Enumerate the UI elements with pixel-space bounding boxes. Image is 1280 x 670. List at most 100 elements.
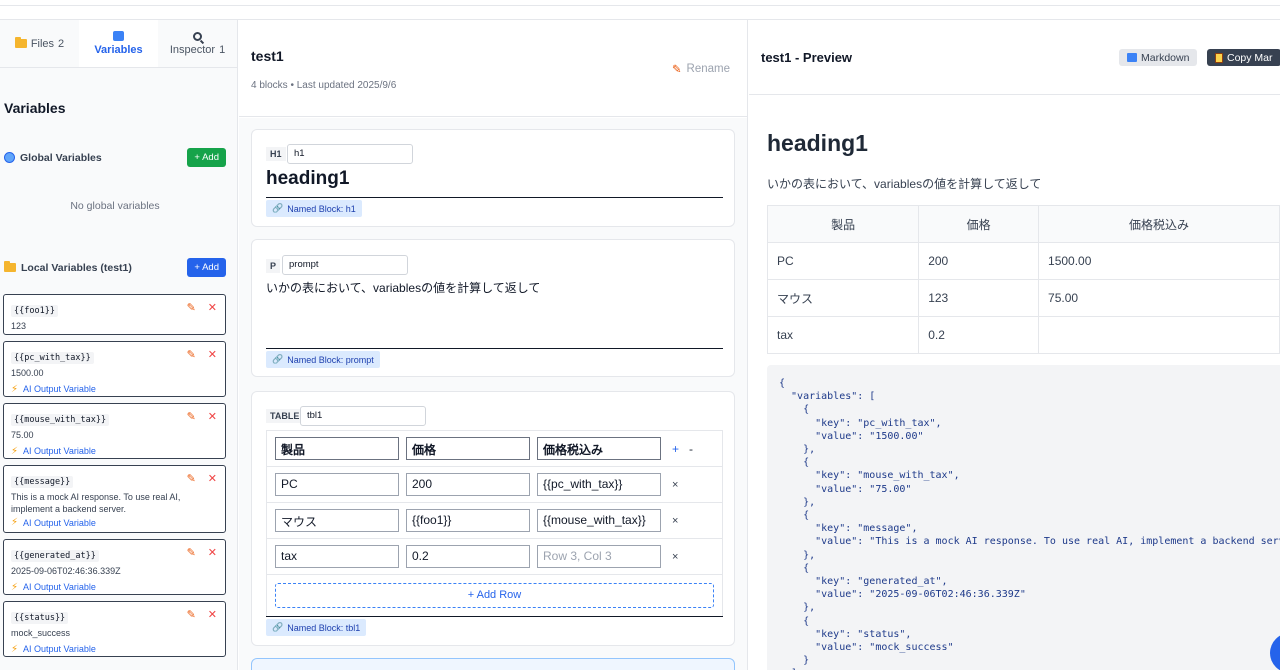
table-cell[interactable]: マウス: [275, 509, 399, 532]
variable-card[interactable]: {{pc_with_tax}} 1500.00 ⚡ AI Output Varia…: [3, 341, 226, 397]
add-global-variable-button[interactable]: + Add: [187, 148, 226, 167]
remove-row-button[interactable]: ×: [672, 515, 678, 527]
h1-block[interactable]: H1 h1 heading1 🔗 Named Block: h1: [251, 129, 735, 227]
preview-code-block: { "variables": [ { "key": "pc_with_tax",…: [767, 365, 1280, 670]
table-editor: 製品 価格 価格税込み + - PC 200 {{pc_with_tax}} ×…: [266, 430, 723, 617]
next-block[interactable]: [251, 658, 735, 670]
variable-name: {{message}}: [11, 476, 74, 488]
local-variables-label: Local Variables (test1): [21, 261, 132, 274]
block-type-tag: H1: [266, 147, 286, 161]
markdown-button[interactable]: Markdown: [1119, 49, 1198, 66]
variable-card[interactable]: {{status}} mock_success ⚡ AI Output Varia…: [3, 601, 226, 657]
table-cell[interactable]: {{mouse_with_tax}}: [537, 509, 661, 532]
table-header-cell[interactable]: 価格: [406, 437, 530, 460]
preview-table-cell: PC: [766, 242, 920, 280]
folder-icon: [14, 37, 27, 48]
tab-inspector-count: 1: [219, 43, 226, 56]
bolt-icon: ⚡: [11, 643, 19, 655]
no-global-variables: No global variables: [70, 200, 160, 212]
preview-panel: test1 - Preview Markdown Copy Mar headin…: [749, 20, 1280, 670]
block-type-tag: TABLE: [266, 409, 304, 423]
copy-markdown-button[interactable]: Copy Mar: [1207, 49, 1280, 66]
block-name-input[interactable]: h1: [287, 144, 413, 164]
edit-icon[interactable]: ✎: [187, 608, 196, 621]
add-local-variable-button[interactable]: + Add: [187, 258, 226, 277]
top-bar: [0, 0, 1280, 20]
block-name-input[interactable]: prompt: [282, 255, 408, 275]
preview-title: test1 - Preview: [761, 50, 853, 65]
link-icon: 🔗: [272, 354, 284, 364]
preview-table-cell: 200: [918, 242, 1040, 280]
table-row: マウス {{foo1}} {{mouse_with_tax}} ×: [267, 503, 722, 539]
paragraph-text[interactable]: いかの表において、variablesの値を計算して返して: [266, 279, 540, 296]
remove-row-button[interactable]: ×: [672, 479, 678, 491]
preview-header: test1 - Preview Markdown Copy Mar: [749, 20, 1280, 95]
edit-icon[interactable]: ✎: [187, 410, 196, 423]
named-block-badge: 🔗 Named Block: tbl1: [266, 619, 367, 636]
named-block-badge: 🔗 Named Block: h1: [266, 200, 362, 217]
edit-icon[interactable]: ✎: [187, 301, 196, 314]
table-cell[interactable]: PC: [275, 473, 399, 496]
table-cell[interactable]: 200: [406, 473, 530, 496]
preview-table-row: PC 200 1500.00: [766, 242, 1280, 280]
delete-icon[interactable]: ✕: [208, 348, 217, 361]
preview-table-cell: マウス: [766, 279, 920, 317]
search-icon: [193, 31, 202, 41]
tab-files[interactable]: Files 2: [0, 20, 79, 67]
table-row: tax 0.2 Row 3, Col 3 ×: [267, 539, 722, 575]
edit-icon[interactable]: ✎: [187, 546, 196, 559]
variable-value: 2025-09-06T02:46:36.339Z: [11, 566, 121, 576]
variable-name: {{pc_with_tax}}: [11, 352, 94, 364]
delete-icon[interactable]: ✕: [208, 546, 217, 559]
variable-value: This is a mock AI response. To use real …: [11, 492, 181, 514]
preview-table-header: 価格: [918, 205, 1040, 243]
tab-inspector[interactable]: Inspector 1: [158, 20, 237, 67]
bolt-icon: ⚡: [11, 581, 19, 593]
tab-files-count: 2: [58, 37, 65, 50]
table-header-cell[interactable]: 製品: [275, 437, 399, 460]
variable-name: {{status}}: [11, 612, 69, 624]
table-cell-empty[interactable]: Row 3, Col 3: [537, 545, 661, 568]
sidebar: Files 2 Variables Inspector 1 Variables …: [0, 20, 238, 670]
preview-table-row: tax 0.2: [766, 316, 1280, 354]
block-name-input[interactable]: tbl1: [300, 406, 426, 426]
divider: [266, 616, 723, 617]
rename-label: Rename: [686, 63, 730, 75]
preview-table-cell: 0.2: [918, 316, 1040, 354]
divider: [266, 197, 723, 198]
folder-icon: [4, 261, 16, 272]
bolt-icon: ⚡: [11, 517, 19, 529]
table-cell[interactable]: 0.2: [406, 545, 530, 568]
markdown-icon: [1127, 53, 1137, 62]
edit-icon[interactable]: ✎: [187, 472, 196, 485]
ai-output-badge: ⚡ AI Output Variable: [11, 445, 96, 457]
delete-icon[interactable]: ✕: [208, 608, 217, 621]
delete-icon[interactable]: ✕: [208, 301, 217, 314]
table-cell[interactable]: {{pc_with_tax}}: [537, 473, 661, 496]
tab-variables[interactable]: Variables: [79, 20, 158, 67]
ai-output-badge: ⚡ AI Output Variable: [11, 517, 96, 529]
variable-card[interactable]: {{message}} This is a mock AI response. …: [3, 465, 226, 533]
ai-output-badge: ⚡ AI Output Variable: [11, 581, 96, 593]
rename-button[interactable]: ✎ Rename: [672, 62, 730, 76]
preview-heading: heading1: [767, 130, 868, 156]
paragraph-block[interactable]: P prompt いかの表において、variablesの値を計算して返して 🔗 N…: [251, 239, 735, 377]
divider: [266, 348, 723, 349]
table-header-cell[interactable]: 価格税込み: [537, 437, 661, 460]
document-title: test1: [251, 48, 284, 64]
variable-card[interactable]: {{generated_at}} 2025-09-06T02:46:36.339…: [3, 539, 226, 595]
preview-table-row: マウス 123 75.00: [766, 279, 1280, 317]
variable-card[interactable]: {{foo1}} 123 ✎ ✕: [3, 294, 226, 335]
edit-icon[interactable]: ✎: [187, 348, 196, 361]
variable-card[interactable]: {{mouse_with_tax}} 75.00 ⚡ AI Output Vari…: [3, 403, 226, 459]
remove-column-button[interactable]: -: [689, 442, 693, 456]
add-row-button[interactable]: + Add Row: [275, 583, 714, 608]
table-cell[interactable]: tax: [275, 545, 399, 568]
add-column-button[interactable]: +: [672, 442, 679, 456]
remove-row-button[interactable]: ×: [672, 551, 678, 563]
table-cell[interactable]: {{foo1}}: [406, 509, 530, 532]
delete-icon[interactable]: ✕: [208, 472, 217, 485]
heading-text[interactable]: heading1: [266, 168, 349, 190]
table-block[interactable]: TABLE tbl1 製品 価格 価格税込み + - PC 200 {{pc_w…: [251, 391, 735, 646]
delete-icon[interactable]: ✕: [208, 410, 217, 423]
